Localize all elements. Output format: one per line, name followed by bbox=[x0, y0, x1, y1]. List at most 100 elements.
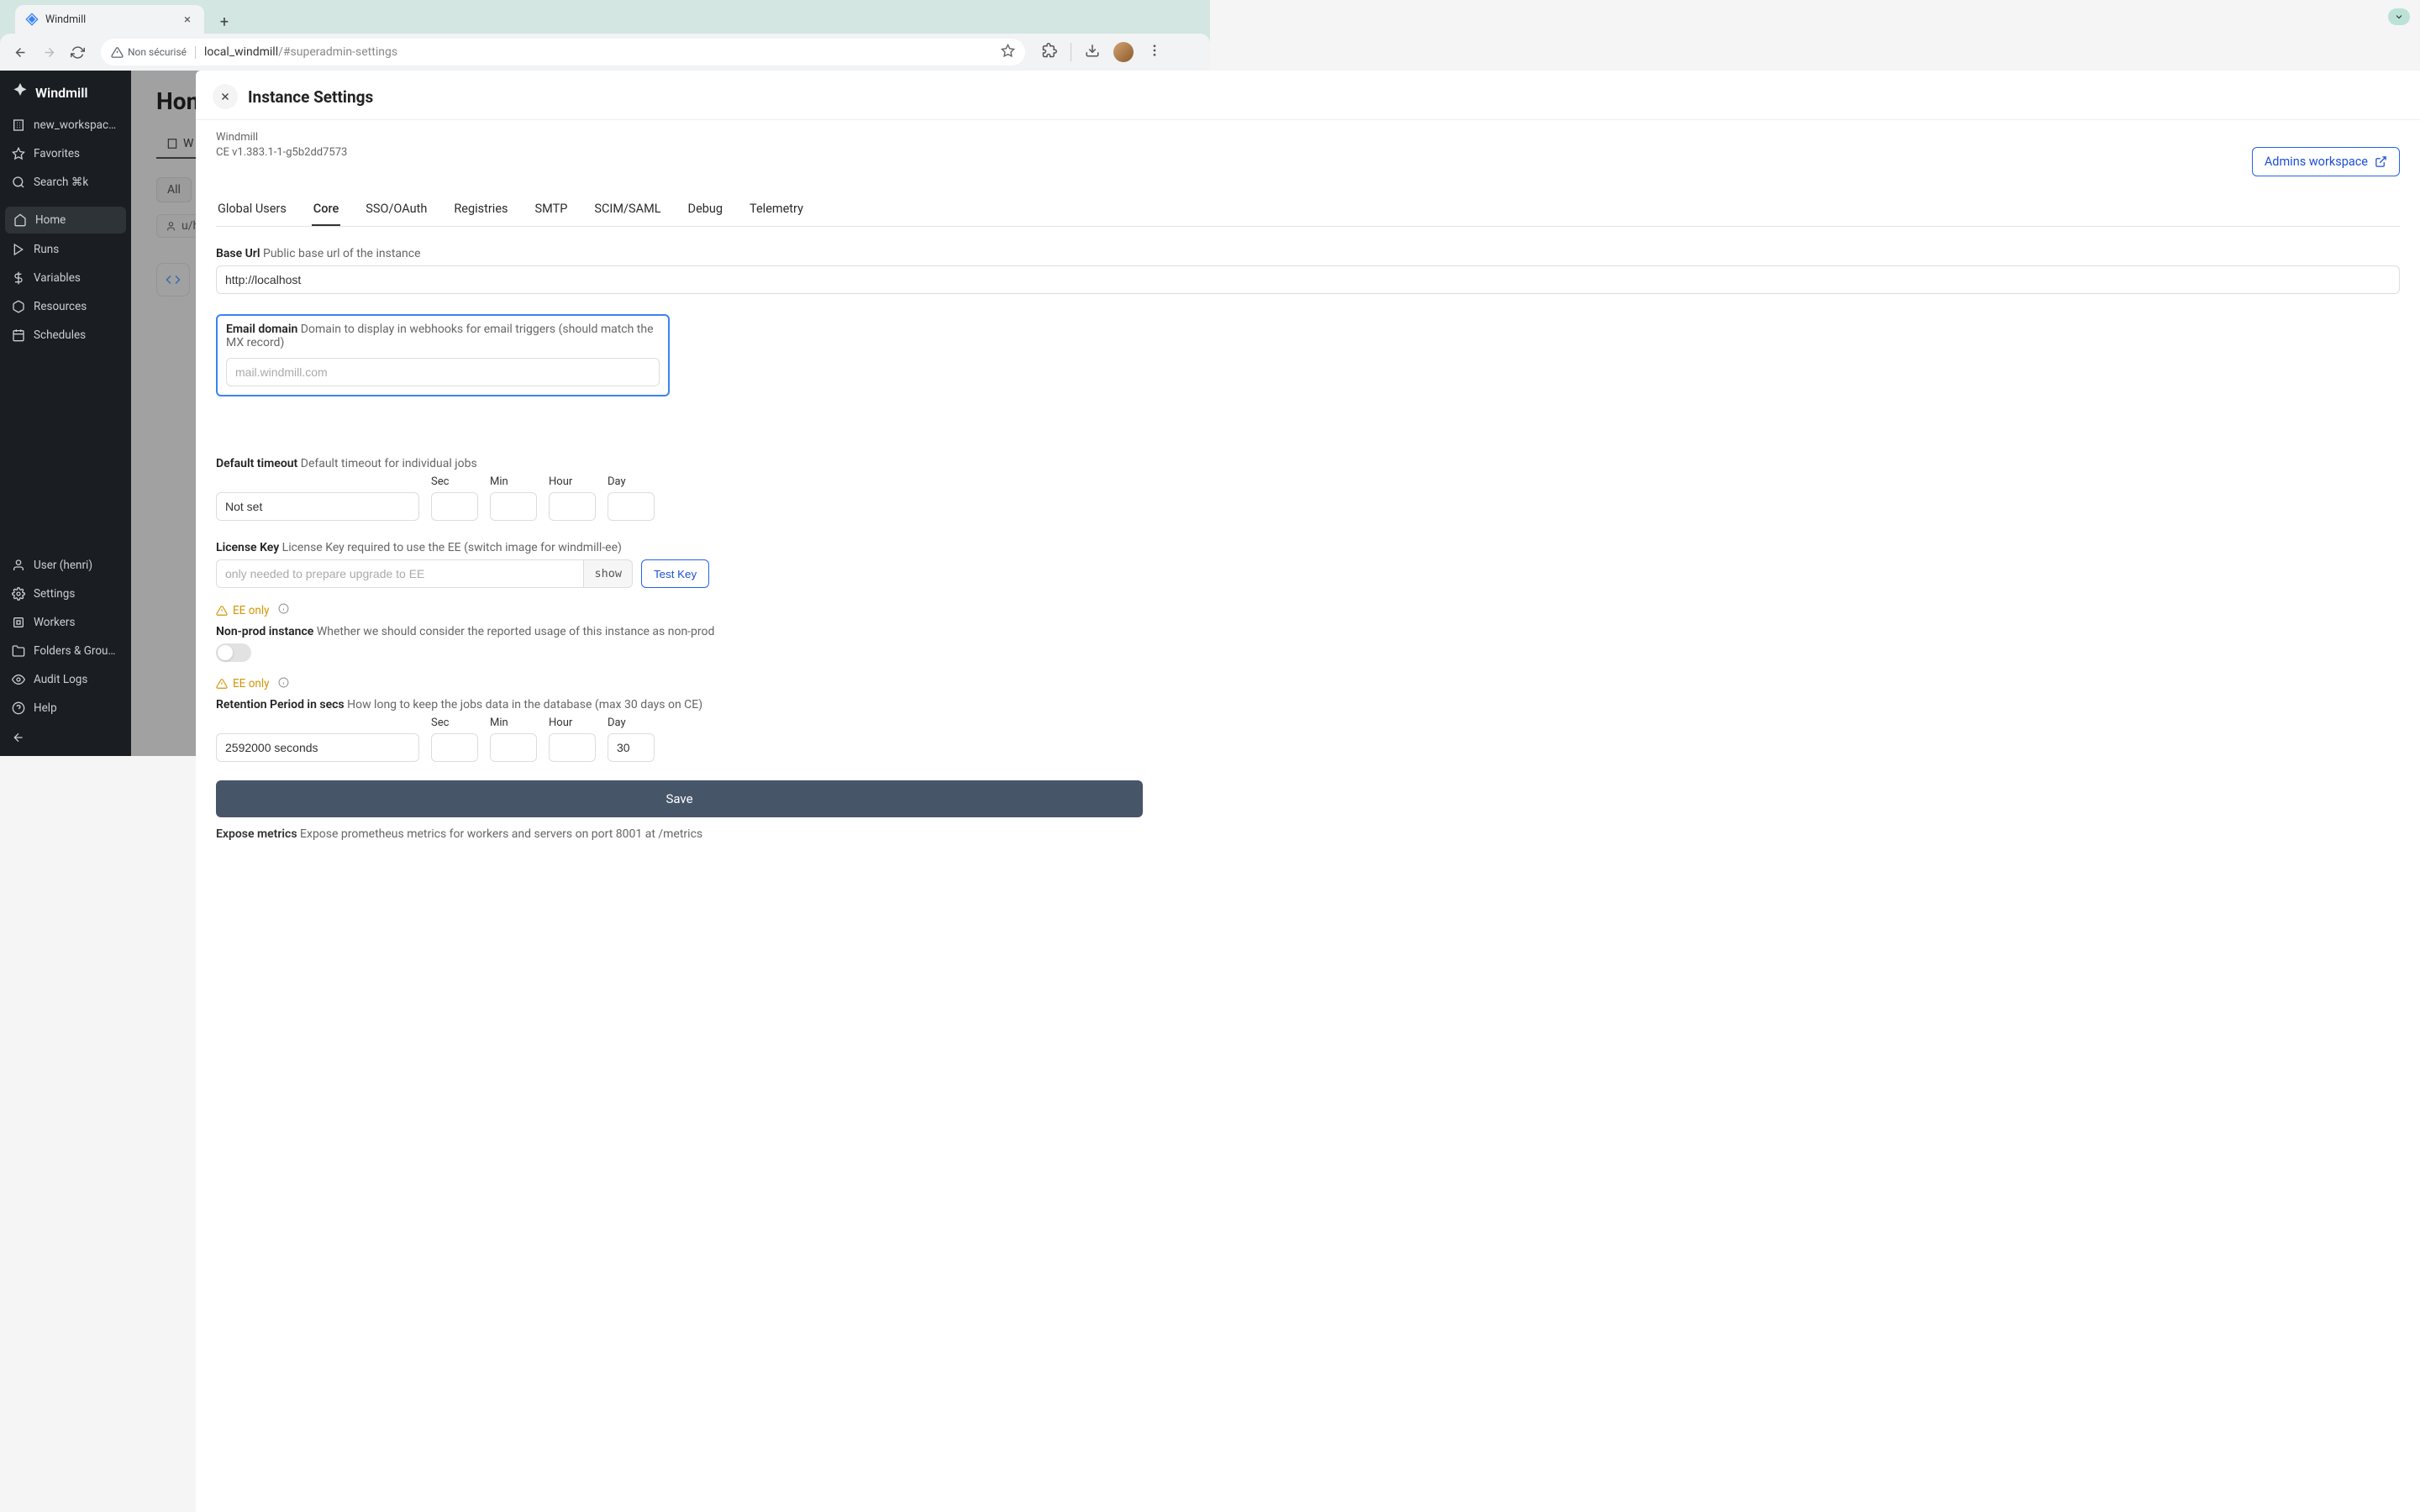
tab-core[interactable]: Core bbox=[312, 193, 340, 226]
browser-tab[interactable]: Windmill × bbox=[15, 5, 204, 34]
reload-button[interactable] bbox=[66, 40, 89, 64]
sidebar-item-schedules[interactable]: Schedules bbox=[0, 321, 131, 349]
sidebar-item-label: Resources bbox=[34, 300, 87, 313]
timeout-notset-input[interactable] bbox=[216, 492, 419, 521]
admins-workspace-button[interactable]: Admins workspace bbox=[2252, 147, 2400, 176]
extensions-icon[interactable] bbox=[1042, 43, 1057, 61]
retention-sec-input[interactable] bbox=[431, 733, 478, 762]
tab-registries[interactable]: Registries bbox=[452, 193, 509, 226]
sidebar-item-favorites[interactable]: Favorites bbox=[0, 139, 131, 168]
warning-icon bbox=[216, 605, 228, 617]
tab-sso-oauth[interactable]: SSO/OAuth bbox=[364, 193, 429, 226]
tab-title: Windmill bbox=[45, 13, 174, 26]
logo[interactable]: Windmill bbox=[0, 71, 131, 111]
user-icon bbox=[12, 559, 25, 572]
sec-label: Sec bbox=[431, 475, 478, 488]
sidebar-item-variables[interactable]: Variables bbox=[0, 264, 131, 292]
tab-debug[interactable]: Debug bbox=[687, 193, 724, 226]
windmill-favicon-icon bbox=[25, 13, 39, 26]
eye-icon bbox=[12, 673, 25, 686]
ee-only-badge: EE only bbox=[216, 677, 289, 691]
downloads-icon[interactable] bbox=[1085, 43, 1100, 61]
timeout-sec-input[interactable] bbox=[431, 492, 478, 521]
retention-value-input[interactable] bbox=[216, 733, 419, 762]
new-tab-button[interactable]: + bbox=[213, 10, 236, 34]
play-icon bbox=[12, 243, 25, 256]
sidebar-item-audit[interactable]: Audit Logs bbox=[0, 665, 131, 694]
email-domain-input[interactable] bbox=[226, 358, 660, 386]
timeout-day-input[interactable] bbox=[608, 492, 655, 521]
sidebar-item-user[interactable]: User (henri) bbox=[0, 551, 131, 580]
show-license-button[interactable]: show bbox=[583, 559, 633, 588]
avatar[interactable] bbox=[1113, 42, 1134, 62]
tab-telemetry[interactable]: Telemetry bbox=[748, 193, 805, 226]
expose-metrics-label: Expose metrics Expose prometheus metrics… bbox=[216, 827, 2400, 841]
ee-only-label: EE only bbox=[233, 604, 270, 617]
building-icon bbox=[12, 118, 25, 132]
sidebar-item-search[interactable]: Search ⌘k bbox=[0, 168, 131, 197]
sidebar-item-label: Schedules bbox=[34, 328, 86, 342]
box-icon bbox=[12, 300, 25, 313]
timeout-hour-input[interactable] bbox=[549, 492, 596, 521]
home-icon bbox=[13, 213, 27, 227]
insecure-badge[interactable]: Non sécurisé bbox=[111, 46, 196, 59]
nonprod-label: Non-prod instance Whether we should cons… bbox=[216, 625, 2400, 638]
collapse-sidebar-button[interactable] bbox=[0, 722, 131, 756]
day-label: Day bbox=[608, 475, 655, 488]
sidebar-item-resources[interactable]: Resources bbox=[0, 292, 131, 321]
nonprod-toggle[interactable] bbox=[216, 643, 251, 662]
sidebar-item-label: Home bbox=[35, 213, 66, 227]
close-panel-button[interactable] bbox=[213, 84, 238, 109]
timeout-min-input[interactable] bbox=[490, 492, 537, 521]
warning-icon bbox=[216, 678, 228, 690]
license-input[interactable] bbox=[216, 559, 583, 588]
sidebar-item-label: new_workspace... bbox=[34, 118, 119, 132]
external-link-icon bbox=[2375, 155, 2387, 168]
sidebar-item-label: Folders & Groups... bbox=[34, 644, 119, 658]
info-icon[interactable] bbox=[278, 603, 289, 617]
retention-min-input[interactable] bbox=[490, 733, 537, 762]
chevron-left-icon bbox=[12, 731, 25, 744]
sidebar-item-settings[interactable]: Settings bbox=[0, 580, 131, 608]
sidebar-item-label: Help bbox=[34, 701, 57, 715]
gear-icon bbox=[12, 587, 25, 601]
search-icon bbox=[12, 176, 25, 189]
base-url-label: Base Url Public base url of the instance bbox=[216, 247, 2400, 260]
star-icon[interactable] bbox=[1001, 44, 1015, 61]
retention-hour-input[interactable] bbox=[549, 733, 596, 762]
email-domain-full-input bbox=[216, 408, 2400, 437]
browser-chrome: Windmill × + Non sécurisé local_windmill… bbox=[0, 0, 1210, 71]
tab-global-users[interactable]: Global Users bbox=[216, 193, 288, 226]
hour-label: Hour bbox=[549, 717, 596, 729]
sidebar-item-runs[interactable]: Runs bbox=[0, 235, 131, 264]
chevron-down-icon[interactable] bbox=[2388, 8, 2410, 25]
settings-tabs: Global Users Core SSO/OAuth Registries S… bbox=[216, 193, 2400, 227]
omnibox[interactable]: Non sécurisé local_windmill/#superadmin-… bbox=[101, 39, 1025, 66]
sidebar-item-folders[interactable]: Folders & Groups... bbox=[0, 637, 131, 665]
min-label: Min bbox=[490, 475, 537, 488]
day-label: Day bbox=[608, 717, 655, 729]
retention-day-input[interactable] bbox=[608, 733, 655, 762]
sidebar-item-help[interactable]: Help bbox=[0, 694, 131, 722]
menu-icon[interactable] bbox=[1147, 43, 1162, 61]
sidebar-item-workers[interactable]: Workers bbox=[0, 608, 131, 637]
logo-text: Windmill bbox=[35, 85, 88, 101]
tab-smtp[interactable]: SMTP bbox=[534, 193, 570, 226]
close-icon[interactable]: × bbox=[181, 12, 194, 27]
tab-scim-saml[interactable]: SCIM/SAML bbox=[592, 193, 662, 226]
sidebar-item-workspace[interactable]: new_workspace... bbox=[0, 111, 131, 139]
base-url-input[interactable] bbox=[216, 265, 2400, 294]
tab-bar: Windmill × + bbox=[0, 0, 1210, 34]
sidebar-item-label: User (henri) bbox=[34, 559, 92, 572]
sidebar-item-home[interactable]: Home bbox=[5, 207, 126, 234]
email-domain-highlight: Email domain Domain to display in webhoo… bbox=[216, 314, 670, 396]
sidebar-item-label: Audit Logs bbox=[34, 673, 87, 686]
back-button[interactable] bbox=[8, 40, 32, 64]
star-icon bbox=[12, 147, 25, 160]
test-key-button[interactable]: Test Key bbox=[641, 559, 709, 588]
insecure-label: Non sécurisé bbox=[128, 46, 187, 58]
save-button[interactable]: Save bbox=[216, 780, 1143, 817]
ee-only-label: EE only bbox=[233, 677, 270, 690]
info-icon[interactable] bbox=[278, 677, 289, 691]
admins-workspace-label: Admins workspace bbox=[2265, 155, 2368, 169]
